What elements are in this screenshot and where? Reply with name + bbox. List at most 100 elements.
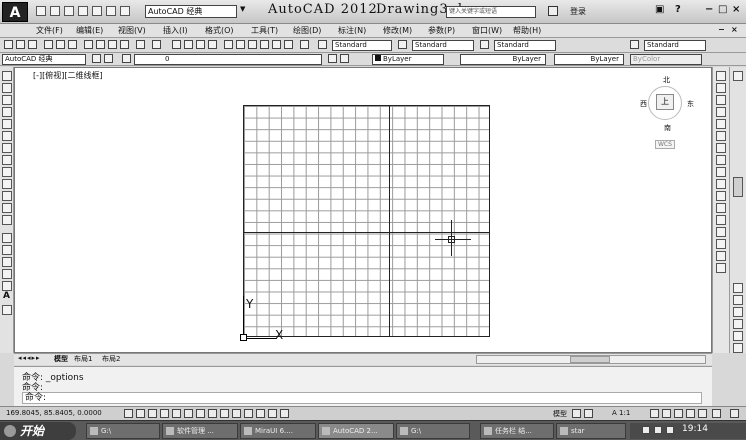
annotation-scale[interactable]: A 1:1 bbox=[612, 409, 630, 417]
ortho-mode-icon[interactable] bbox=[160, 409, 169, 418]
save-icon[interactable] bbox=[64, 6, 74, 16]
color-select[interactable]: ByLayer bbox=[372, 54, 444, 65]
tab-layout2[interactable]: 布局2 bbox=[102, 354, 120, 364]
construction-line-icon[interactable] bbox=[2, 83, 12, 93]
grid-display-icon[interactable] bbox=[148, 409, 157, 418]
menu-edit[interactable]: 编辑(E) bbox=[76, 25, 103, 36]
mleader-style-icon[interactable] bbox=[630, 40, 639, 49]
search-input[interactable]: 键入关键字或短语 bbox=[446, 6, 536, 18]
fillet-icon[interactable] bbox=[716, 239, 726, 249]
menu-file[interactable]: 文件(F) bbox=[36, 25, 63, 36]
chamfer-icon[interactable] bbox=[716, 227, 726, 237]
extend-icon[interactable] bbox=[716, 191, 726, 201]
snap-quadrant-icon[interactable] bbox=[733, 331, 743, 341]
arc-icon[interactable] bbox=[2, 131, 12, 141]
task-explorer-2[interactable]: G:\ bbox=[396, 423, 470, 439]
break-icon[interactable] bbox=[716, 203, 726, 213]
gear-icon[interactable] bbox=[92, 54, 101, 63]
polygon-icon[interactable] bbox=[2, 107, 12, 117]
snap-mode-icon[interactable] bbox=[136, 409, 145, 418]
clean-screen-icon[interactable] bbox=[712, 409, 721, 418]
erase-icon[interactable] bbox=[716, 71, 726, 81]
menu-insert[interactable]: 插入(I) bbox=[163, 25, 188, 36]
qnew-icon[interactable] bbox=[4, 40, 13, 49]
task-explorer[interactable]: G:\ bbox=[86, 423, 160, 439]
minimize-icon[interactable]: − bbox=[705, 4, 713, 15]
redo-icon[interactable] bbox=[152, 40, 161, 49]
undo-icon[interactable] bbox=[136, 40, 145, 49]
scroll-thumb[interactable] bbox=[570, 356, 610, 363]
new-icon[interactable] bbox=[36, 6, 46, 16]
transparency-icon[interactable] bbox=[256, 409, 265, 418]
status-menu-icon[interactable] bbox=[730, 409, 739, 418]
signin-link[interactable]: 登录 bbox=[570, 6, 586, 17]
open-icon[interactable] bbox=[16, 40, 25, 49]
snap-center-icon[interactable] bbox=[733, 307, 743, 317]
chevron-down-icon[interactable]: ▼ bbox=[240, 5, 245, 13]
drawing-canvas[interactable]: [-][俯视][二维线框] Y X 北 西 东 南 上 WCS bbox=[14, 67, 712, 353]
dyn-input-icon[interactable] bbox=[232, 409, 241, 418]
coordinates-readout[interactable]: 169.8045, 85.8405, 0.0000 bbox=[6, 409, 102, 417]
stretch-icon[interactable] bbox=[716, 167, 726, 177]
menu-parametric[interactable]: 参数(P) bbox=[428, 25, 455, 36]
insert-block-icon[interactable] bbox=[2, 203, 12, 213]
zoom-previous-icon[interactable] bbox=[208, 40, 217, 49]
pan-icon[interactable] bbox=[172, 40, 181, 49]
menu-view[interactable]: 视图(V) bbox=[118, 25, 146, 36]
quick-view-layouts-icon[interactable] bbox=[572, 409, 581, 418]
help-icon[interactable]: ? bbox=[675, 4, 681, 15]
array-icon[interactable] bbox=[716, 119, 726, 129]
scroll-thumb[interactable] bbox=[733, 177, 743, 197]
move-icon[interactable] bbox=[716, 131, 726, 141]
mirror-icon[interactable] bbox=[716, 95, 726, 105]
user-icon[interactable] bbox=[548, 6, 558, 16]
snap-node-icon[interactable] bbox=[733, 319, 743, 329]
workspace-select[interactable]: AutoCAD 经典 bbox=[145, 5, 237, 18]
text-style-select[interactable]: Standard bbox=[332, 40, 392, 51]
blend-icon[interactable] bbox=[716, 251, 726, 261]
quick-view-drawings-icon[interactable] bbox=[584, 409, 593, 418]
application-menu-button[interactable]: A bbox=[2, 2, 28, 22]
hatch-icon[interactable] bbox=[2, 245, 12, 255]
infer-constraints-icon[interactable] bbox=[124, 409, 133, 418]
hardware-acceleration-icon[interactable] bbox=[686, 409, 695, 418]
calculator-icon[interactable] bbox=[284, 40, 293, 49]
task-software-manager[interactable]: 软件管理 ... bbox=[162, 423, 238, 439]
table-icon[interactable] bbox=[2, 281, 12, 291]
menu-modify[interactable]: 修改(M) bbox=[383, 25, 412, 36]
text-style-icon[interactable] bbox=[318, 40, 327, 49]
saveas-icon[interactable] bbox=[78, 6, 88, 16]
ellipse-icon[interactable] bbox=[2, 179, 12, 189]
linetype-select[interactable]: ByLayer bbox=[460, 54, 546, 65]
revcloud-icon[interactable] bbox=[2, 155, 12, 165]
layer-manager-icon[interactable] bbox=[104, 54, 113, 63]
ducs-icon[interactable] bbox=[220, 409, 229, 418]
undo-icon[interactable] bbox=[106, 6, 116, 16]
close-icon[interactable]: × bbox=[732, 4, 740, 15]
region-icon[interactable] bbox=[2, 269, 12, 279]
selection-cycling-icon[interactable] bbox=[280, 409, 289, 418]
scroll-down-icon[interactable] bbox=[733, 343, 743, 353]
polyline-icon[interactable] bbox=[2, 95, 12, 105]
sheetset-icon[interactable] bbox=[260, 40, 269, 49]
lock-icon[interactable] bbox=[674, 409, 683, 418]
explode-icon[interactable] bbox=[716, 263, 726, 273]
designcenter-icon[interactable] bbox=[236, 40, 245, 49]
viewport-controls[interactable]: [-][俯视][二维线框] bbox=[33, 70, 103, 81]
model-space-toggle[interactable]: 模型 bbox=[553, 409, 567, 419]
isolate-objects-icon[interactable] bbox=[698, 409, 707, 418]
ellipse-arc-icon[interactable] bbox=[2, 191, 12, 201]
markup-icon[interactable] bbox=[272, 40, 281, 49]
scroll-up-icon[interactable] bbox=[733, 71, 743, 81]
matchprop-icon[interactable] bbox=[120, 40, 129, 49]
copy-icon[interactable] bbox=[96, 40, 105, 49]
redo-icon[interactable] bbox=[120, 6, 130, 16]
gradient-icon[interactable] bbox=[2, 257, 12, 267]
task-star[interactable]: star bbox=[556, 423, 626, 439]
otrack-icon[interactable] bbox=[208, 409, 217, 418]
dim-style-icon[interactable] bbox=[398, 40, 407, 49]
print-icon[interactable] bbox=[92, 6, 102, 16]
doc-close-icon[interactable]: × bbox=[731, 25, 738, 34]
viewcube-top-face[interactable]: 上 bbox=[656, 94, 674, 110]
zoom-window-icon[interactable] bbox=[196, 40, 205, 49]
